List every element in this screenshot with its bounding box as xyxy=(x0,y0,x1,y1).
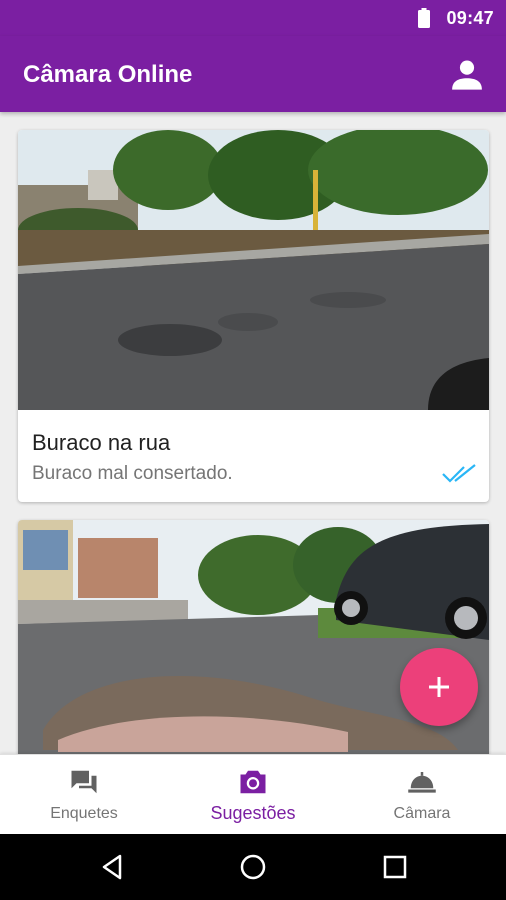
bottom-navigation: Enquetes Sugestões Câmara xyxy=(0,754,506,834)
tab-camara[interactable]: Câmara xyxy=(338,755,506,835)
back-icon[interactable] xyxy=(98,852,128,882)
home-icon[interactable] xyxy=(238,852,268,882)
suggestion-card[interactable]: Buraco na rua Buraco mal consertado. xyxy=(18,130,489,502)
suggestion-photo xyxy=(18,130,489,410)
bell-dome-icon xyxy=(408,772,436,793)
tab-enquetes[interactable]: Enquetes xyxy=(0,755,168,835)
camera-icon xyxy=(240,770,266,794)
tab-label: Câmara xyxy=(393,805,451,822)
status-bar: 09:47 xyxy=(0,0,506,36)
status-time: 09:47 xyxy=(446,8,494,28)
tab-sugestoes[interactable]: Sugestões xyxy=(169,755,337,835)
add-icon xyxy=(429,677,449,697)
app-title: Câmara Online xyxy=(23,61,193,88)
account-icon[interactable] xyxy=(450,57,484,91)
battery-full-icon xyxy=(418,8,430,28)
forum-icon xyxy=(71,770,97,794)
app-bar: Câmara Online xyxy=(0,36,506,112)
tab-label: Enquetes xyxy=(50,805,118,822)
recents-icon[interactable] xyxy=(380,852,410,882)
suggestion-description: Buraco mal consertado. xyxy=(32,463,233,484)
double-check-icon xyxy=(442,464,476,483)
system-navigation-bar xyxy=(0,834,506,900)
tab-label: Sugestões xyxy=(210,803,296,823)
add-suggestion-button[interactable] xyxy=(400,648,478,726)
suggestion-title: Buraco na rua xyxy=(32,430,171,455)
